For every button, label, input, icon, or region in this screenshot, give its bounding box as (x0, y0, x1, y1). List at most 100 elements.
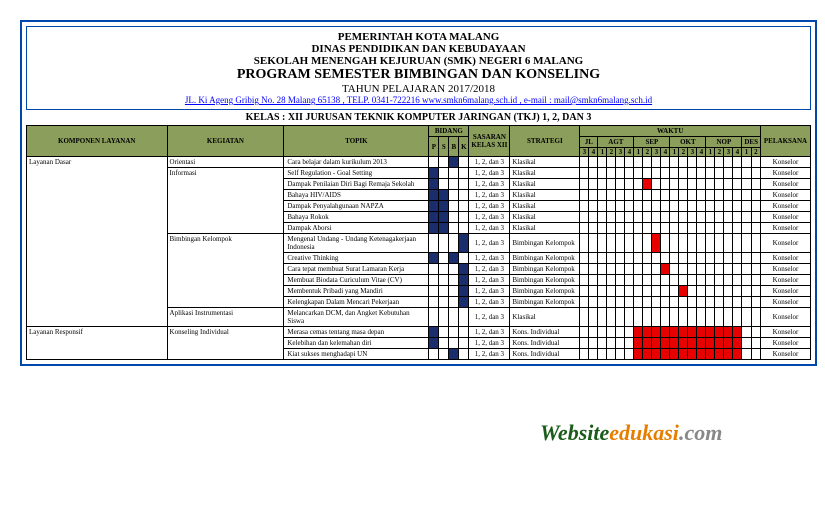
waktu-cell (652, 264, 661, 275)
waktu-cell (589, 297, 598, 308)
col-okt: OKT (670, 137, 706, 148)
waktu-cell (733, 157, 742, 168)
dept-line: DINAS PENDIDIKAN DAN KEBUDAYAAN (31, 43, 806, 55)
waktu-cell (616, 286, 625, 297)
waktu-cell (733, 308, 742, 327)
waktu-cell (652, 157, 661, 168)
table-row: Layanan DasarOrientasiCara belajar dalam… (27, 157, 811, 168)
waktu-cell (688, 179, 697, 190)
waktu-cell (715, 308, 724, 327)
waktu-cell (724, 264, 733, 275)
bidang-cell (459, 190, 469, 201)
waktu-cell (724, 223, 733, 234)
watermark: Websiteedukasi.com (540, 420, 722, 446)
kegiatan-cell: Konseling Individual (167, 327, 284, 360)
waktu-cell (580, 264, 589, 275)
waktu-cell (679, 308, 688, 327)
col-pelaksana: PELAKSANA (761, 126, 811, 157)
sasaran-cell: 1, 2, dan 3 (469, 234, 510, 253)
bidang-cell (459, 157, 469, 168)
waktu-cell (598, 338, 607, 349)
waktu-cell (589, 253, 598, 264)
title: PROGRAM SEMESTER BIMBINGAN DAN KONSELING (31, 67, 806, 83)
waktu-cell (715, 275, 724, 286)
waktu-cell (715, 201, 724, 212)
waktu-cell (634, 168, 643, 179)
pelaksana-cell: Konselor (761, 264, 811, 275)
bidang-cell (449, 308, 459, 327)
gov-line: PEMERINTAH KOTA MALANG (31, 31, 806, 43)
week-col: 2 (679, 148, 688, 157)
waktu-cell (652, 308, 661, 327)
waktu-cell (634, 338, 643, 349)
waktu-cell (598, 157, 607, 168)
waktu-cell (634, 253, 643, 264)
waktu-cell (661, 308, 670, 327)
strategi-cell: Klasikal (510, 212, 580, 223)
waktu-cell (589, 201, 598, 212)
waktu-cell (598, 212, 607, 223)
waktu-cell (688, 223, 697, 234)
waktu-cell (688, 168, 697, 179)
waktu-cell (643, 253, 652, 264)
waktu-cell (580, 168, 589, 179)
week-col: 1 (706, 148, 715, 157)
waktu-cell (751, 327, 760, 338)
address-link[interactable]: JL. Ki Ageng Gribig No. 28 Malang 65138 … (31, 95, 806, 105)
waktu-cell (598, 168, 607, 179)
waktu-cell (589, 157, 598, 168)
waktu-cell (742, 234, 751, 253)
bidang-cell (459, 308, 469, 327)
waktu-cell (697, 201, 706, 212)
waktu-cell (679, 168, 688, 179)
header: PEMERINTAH KOTA MALANG DINAS PENDIDIKAN … (26, 26, 811, 110)
week-col: 4 (589, 148, 598, 157)
waktu-cell (580, 327, 589, 338)
bidang-cell (429, 308, 439, 327)
waktu-cell (616, 234, 625, 253)
waktu-cell (724, 349, 733, 360)
waktu-cell (625, 327, 634, 338)
waktu-cell (643, 275, 652, 286)
waktu-cell (688, 190, 697, 201)
waktu-cell (580, 275, 589, 286)
waktu-cell (580, 308, 589, 327)
strategi-cell: Bimbingan Kelompok (510, 253, 580, 264)
col-p: P (429, 137, 439, 157)
week-col: 2 (751, 148, 760, 157)
week-col: 1 (742, 148, 751, 157)
waktu-cell (607, 190, 616, 201)
waktu-cell (733, 264, 742, 275)
sasaran-cell: 1, 2, dan 3 (469, 223, 510, 234)
bidang-cell (449, 179, 459, 190)
waktu-cell (733, 212, 742, 223)
waktu-cell (652, 234, 661, 253)
waktu-cell (652, 253, 661, 264)
kegiatan-cell: Bimbingan Kelompok (167, 234, 284, 308)
bidang-cell (429, 157, 439, 168)
waktu-cell (625, 168, 634, 179)
bidang-cell (459, 168, 469, 179)
waktu-cell (661, 223, 670, 234)
waktu-cell (679, 286, 688, 297)
waktu-cell (706, 234, 715, 253)
waktu-cell (643, 223, 652, 234)
waktu-cell (724, 212, 733, 223)
waktu-cell (580, 190, 589, 201)
topik-cell: Mengenal Undang - Undang Ketenagakerjaan… (284, 234, 429, 253)
week-col: 2 (607, 148, 616, 157)
waktu-cell (670, 234, 679, 253)
waktu-cell (661, 338, 670, 349)
strategi-cell: Klasikal (510, 168, 580, 179)
waktu-cell (652, 297, 661, 308)
waktu-cell (607, 286, 616, 297)
waktu-cell (688, 212, 697, 223)
bidang-cell (459, 327, 469, 338)
pelaksana-cell: Konselor (761, 349, 811, 360)
strategi-cell: Klasikal (510, 179, 580, 190)
bidang-cell (439, 286, 449, 297)
waktu-cell (634, 264, 643, 275)
waktu-cell (661, 190, 670, 201)
bidang-cell (449, 157, 459, 168)
col-topik: TOPIK (284, 126, 429, 157)
